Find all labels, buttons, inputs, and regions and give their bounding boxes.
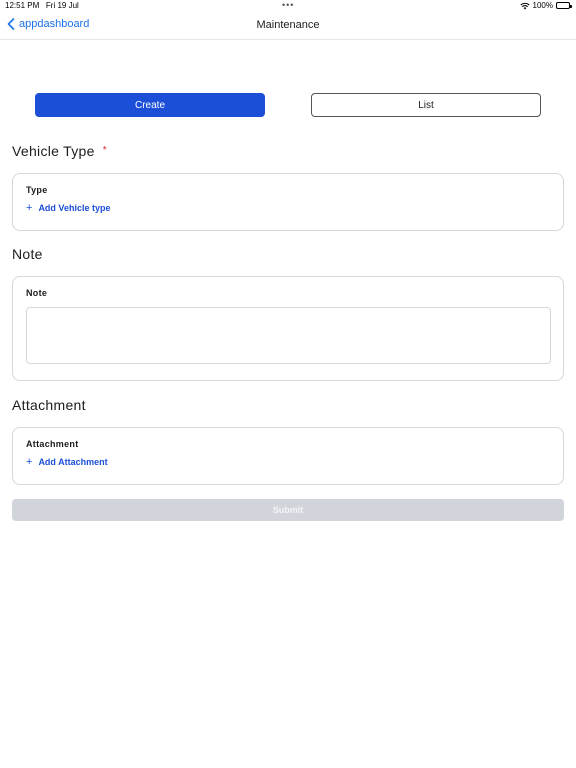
navigation-bar: appdashboard Maintenance <box>0 12 576 40</box>
list-tab-button[interactable]: List <box>311 93 541 117</box>
page-title: Maintenance <box>256 19 320 31</box>
create-tab-button[interactable]: Create <box>35 93 265 117</box>
add-attachment-button[interactable]: + Add Attachment <box>26 456 108 468</box>
status-time: 12:51 PM Fri 19 Jul <box>5 1 79 10</box>
note-field-label: Note <box>26 288 48 298</box>
battery-icon <box>556 2 572 9</box>
required-marker: * <box>102 145 107 156</box>
vehicle-type-card: Type + Add Vehicle type <box>12 173 564 231</box>
note-card: Note <box>12 276 564 381</box>
multitasking-dots-icon[interactable]: ••• <box>282 0 294 10</box>
type-field-label: Type <box>26 185 48 195</box>
note-heading: Note <box>12 246 43 262</box>
attachment-card: Attachment + Add Attachment <box>12 427 564 485</box>
vehicle-type-heading: Vehicle Type * <box>12 143 107 159</box>
plus-icon: + <box>26 456 33 468</box>
wifi-icon <box>519 2 530 9</box>
plus-icon: + <box>26 202 33 214</box>
add-vehicle-type-label: Add Vehicle type <box>38 203 111 213</box>
add-attachment-label: Add Attachment <box>38 457 108 467</box>
add-vehicle-type-button[interactable]: + Add Vehicle type <box>26 202 110 214</box>
note-textarea[interactable] <box>26 307 551 364</box>
status-right: 100% <box>519 1 572 10</box>
battery-percent: 100% <box>532 1 553 10</box>
attachment-heading: Attachment <box>12 397 86 413</box>
attachment-field-label: Attachment <box>26 439 79 449</box>
submit-button[interactable]: Submit <box>12 499 564 521</box>
status-bar: 12:51 PM Fri 19 Jul ••• 100% <box>0 0 576 12</box>
